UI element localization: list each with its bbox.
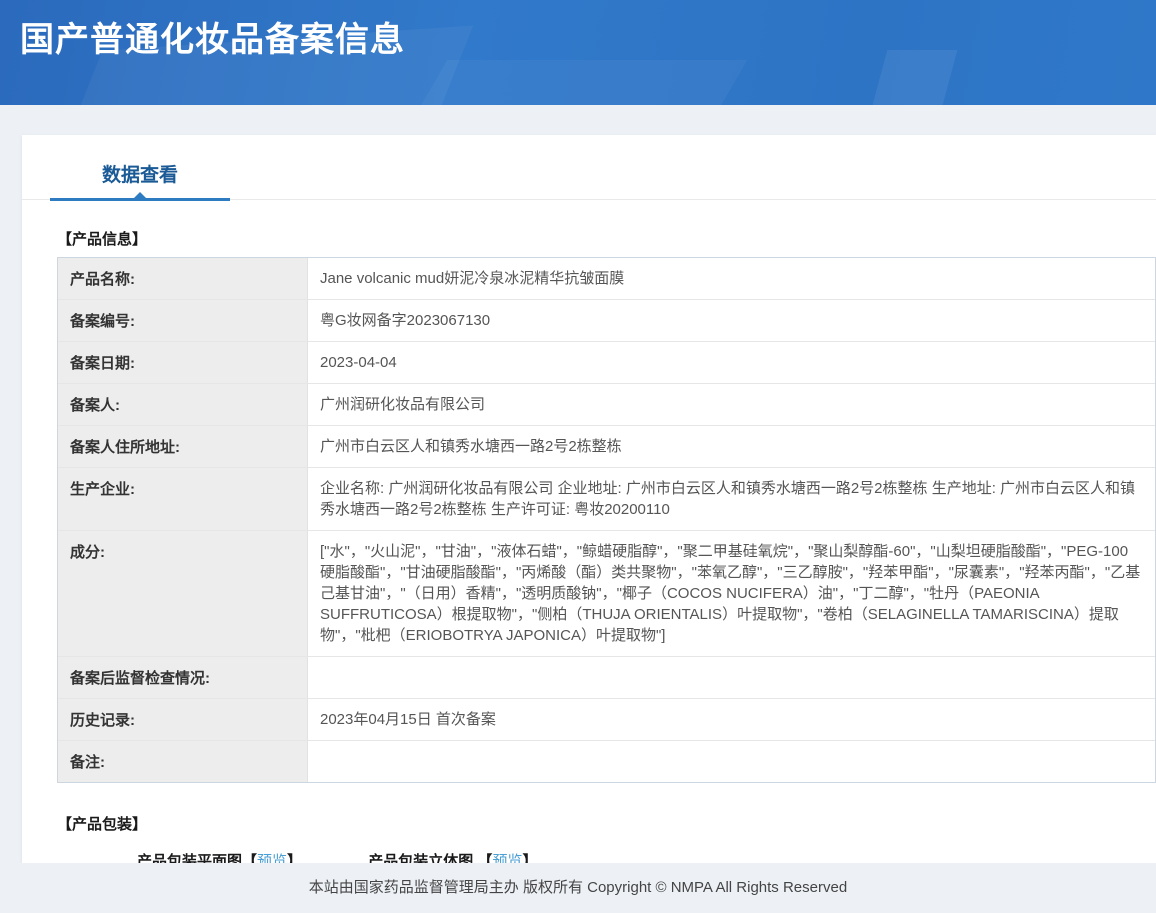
content-card: 数据查看 【产品信息】 产品名称: Jane volcanic mud妍泥冷泉冰…: [22, 135, 1156, 863]
bracket-open: 【: [242, 853, 257, 863]
packaging-stereo-label: 产品包装立体图: [368, 853, 473, 863]
bracket-close: 】: [287, 853, 302, 863]
table-row-registration-number: 备案编号: 粤G妆网备字2023067130: [58, 300, 1155, 342]
copyright-text: 本站由国家药品监督管理局主办 版权所有 Copyright © NMPA All…: [309, 879, 847, 896]
table-row-registration-date: 备案日期: 2023-04-04: [58, 342, 1155, 384]
row-label: 备注:: [58, 741, 308, 782]
packaging-flat-label: 产品包装平面图: [137, 853, 242, 863]
table-row-ingredients: 成分: ["水"，"火山泥"，"甘油"，"液体石蜡"，"鲸蜡硬脂醇"，"聚二甲基…: [58, 531, 1155, 657]
table-row-manufacturer: 生产企业: 企业名称: 广州润研化妆品有限公司 企业地址: 广州市白云区人和镇秀…: [58, 468, 1155, 531]
product-info-table: 产品名称: Jane volcanic mud妍泥冷泉冰泥精华抗皱面膜 备案编号…: [57, 257, 1156, 783]
row-value: Jane volcanic mud妍泥冷泉冰泥精华抗皱面膜: [308, 258, 1155, 299]
tab-active-triangle: [133, 192, 147, 199]
row-value: [308, 657, 1155, 698]
bracket-open: 【: [477, 853, 492, 863]
table-row-registrant: 备案人: 广州润研化妆品有限公司: [58, 384, 1155, 426]
table-row-supervision: 备案后监督检查情况:: [58, 657, 1155, 699]
packaging-preview-line: 产品包装平面图【预览】 产品包装立体图 【预览】: [137, 850, 1156, 863]
row-value: [308, 741, 1155, 782]
row-label: 生产企业:: [58, 468, 308, 530]
bracket-close: 】: [522, 853, 537, 863]
table-row-remarks: 备注:: [58, 741, 1155, 782]
row-value: 2023年04月15日 首次备案: [308, 699, 1155, 740]
row-label: 备案编号:: [58, 300, 308, 341]
product-info-heading: 【产品信息】: [57, 228, 1156, 249]
packaging-stereo-preview-link[interactable]: 预览: [492, 853, 522, 863]
packaging-flat-preview-link[interactable]: 预览: [257, 853, 287, 863]
tab-bar: 数据查看: [22, 135, 1156, 200]
table-row-registrant-address: 备案人住所地址: 广州市白云区人和镇秀水塘西一路2号2栋整栋: [58, 426, 1155, 468]
table-row-history: 历史记录: 2023年04月15日 首次备案: [58, 699, 1155, 741]
row-value: 2023-04-04: [308, 342, 1155, 383]
row-label: 备案人:: [58, 384, 308, 425]
row-value: 企业名称: 广州润研化妆品有限公司 企业地址: 广州市白云区人和镇秀水塘西一路2…: [308, 468, 1155, 530]
row-value: 广州润研化妆品有限公司: [308, 384, 1155, 425]
page-header: 国产普通化妆品备案信息: [0, 0, 1156, 105]
row-label: 历史记录:: [58, 699, 308, 740]
row-label: 备案人住所地址:: [58, 426, 308, 467]
packaging-heading: 【产品包装】: [57, 813, 1156, 834]
row-label: 备案日期:: [58, 342, 308, 383]
row-value: ["水"，"火山泥"，"甘油"，"液体石蜡"，"鲸蜡硬脂醇"，"聚二甲基硅氧烷"…: [308, 531, 1155, 656]
row-label: 成分:: [58, 531, 308, 656]
tab-data-view[interactable]: 数据查看: [50, 160, 230, 201]
packaging-stereo-item: 产品包装立体图 【预览】: [368, 850, 537, 863]
row-value: 粤G妆网备字2023067130: [308, 300, 1155, 341]
packaging-flat-item: 产品包装平面图【预览】: [137, 850, 302, 863]
table-row-product-name: 产品名称: Jane volcanic mud妍泥冷泉冰泥精华抗皱面膜: [58, 258, 1155, 300]
tab-active-underline: [50, 198, 230, 201]
row-value: 广州市白云区人和镇秀水塘西一路2号2栋整栋: [308, 426, 1155, 467]
page-footer: 本站由国家药品监督管理局主办 版权所有 Copyright © NMPA All…: [0, 863, 1156, 913]
row-label: 产品名称:: [58, 258, 308, 299]
row-label: 备案后监督检查情况:: [58, 657, 308, 698]
page-title: 国产普通化妆品备案信息: [0, 0, 1156, 61]
header-decoration: [413, 60, 748, 105]
